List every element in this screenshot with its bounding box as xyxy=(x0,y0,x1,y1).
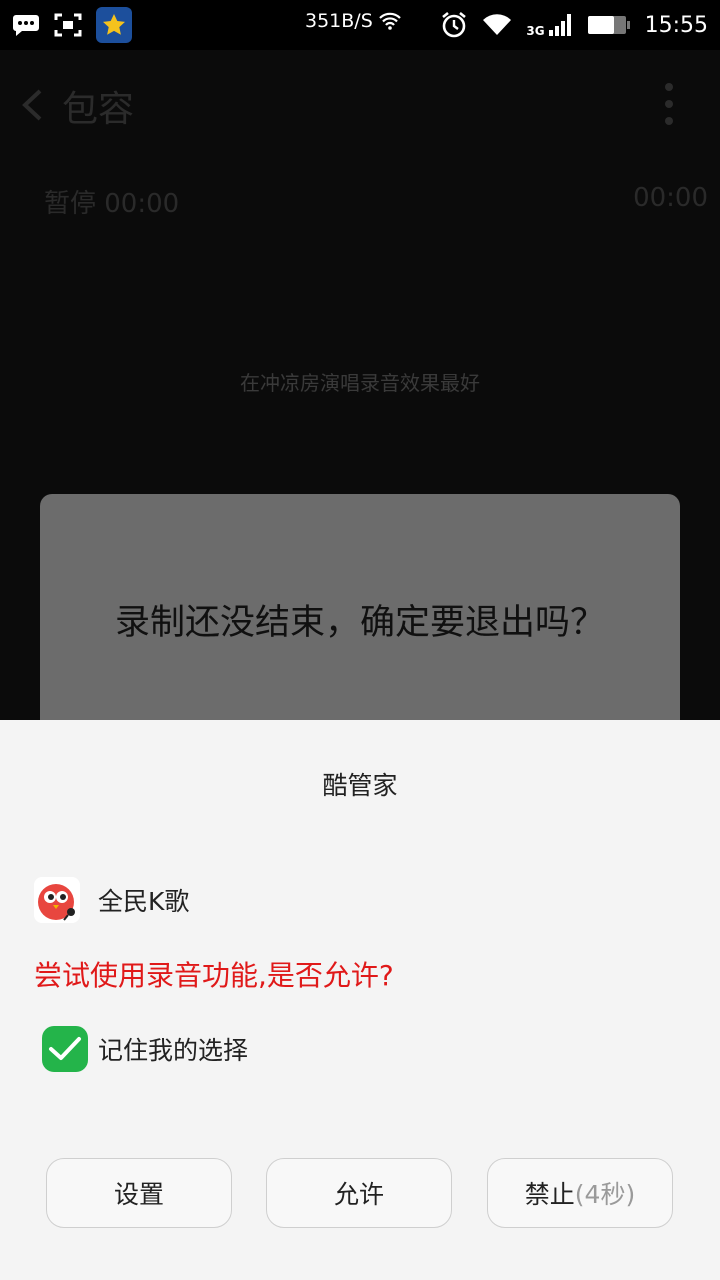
deny-countdown: (4秒) xyxy=(574,1180,636,1209)
deny-button-label: 禁止 xyxy=(524,1180,575,1209)
recording-screen: 包容 暂停 00:00 00:00 在冲凉房演唱录音效果最好 录制还没结束，确定… xyxy=(0,50,720,734)
sheet-title: 酷管家 xyxy=(322,771,398,800)
app-bar: 包容 xyxy=(0,50,720,160)
permission-request-text: 尝试使用录音功能,是否允许? xyxy=(34,959,394,992)
recording-tip: 在冲凉房演唱录音效果最好 xyxy=(240,371,480,395)
exit-confirm-message: 录制还没结束，确定要退出吗？ xyxy=(114,603,605,643)
app-logo-icon xyxy=(34,877,80,923)
deny-button[interactable]: 禁止 (4秒) xyxy=(487,1158,673,1228)
permission-sheet: 酷管家 全民K歌 尝试使用录音功能,是否允许? 记住我的选择 设置 允许 禁止 … xyxy=(0,720,720,1280)
paused-time-label: 暂停 00:00 xyxy=(44,189,180,219)
app-name: 全民K歌 xyxy=(98,887,190,916)
clock: 15:55 xyxy=(644,12,708,38)
network-speed: 351B/S xyxy=(305,10,373,32)
star-app-icon xyxy=(96,7,132,43)
wifi-icon xyxy=(378,12,401,30)
more-vert-icon[interactable] xyxy=(664,82,674,130)
network-type: 3G xyxy=(526,24,545,38)
allow-button[interactable]: 允许 xyxy=(266,1158,452,1228)
alarm-icon xyxy=(440,11,468,39)
app-row: 全民K歌 xyxy=(34,876,189,924)
checkbox-checked-icon[interactable] xyxy=(42,1026,88,1072)
total-time-label: 00:00 xyxy=(633,183,708,213)
chat-icon xyxy=(12,13,40,37)
allow-button-label: 允许 xyxy=(333,1180,384,1209)
song-title: 包容 xyxy=(62,89,135,130)
settings-button-label: 设置 xyxy=(113,1180,164,1209)
remember-choice-label: 记住我的选择 xyxy=(98,1036,249,1065)
screenshot-icon xyxy=(54,13,82,37)
status-bar: 351B/S 3G 15:55 xyxy=(0,0,720,50)
signal-icon: 3G xyxy=(526,12,572,38)
wifi-icon xyxy=(482,13,512,37)
battery-icon xyxy=(587,14,631,36)
settings-button[interactable]: 设置 xyxy=(46,1158,232,1228)
back-arrow-icon[interactable] xyxy=(20,88,44,126)
remember-choice-checkbox[interactable]: 记住我的选择 xyxy=(42,1026,248,1072)
exit-confirm-dialog: 录制还没结束，确定要退出吗？ xyxy=(40,494,680,734)
